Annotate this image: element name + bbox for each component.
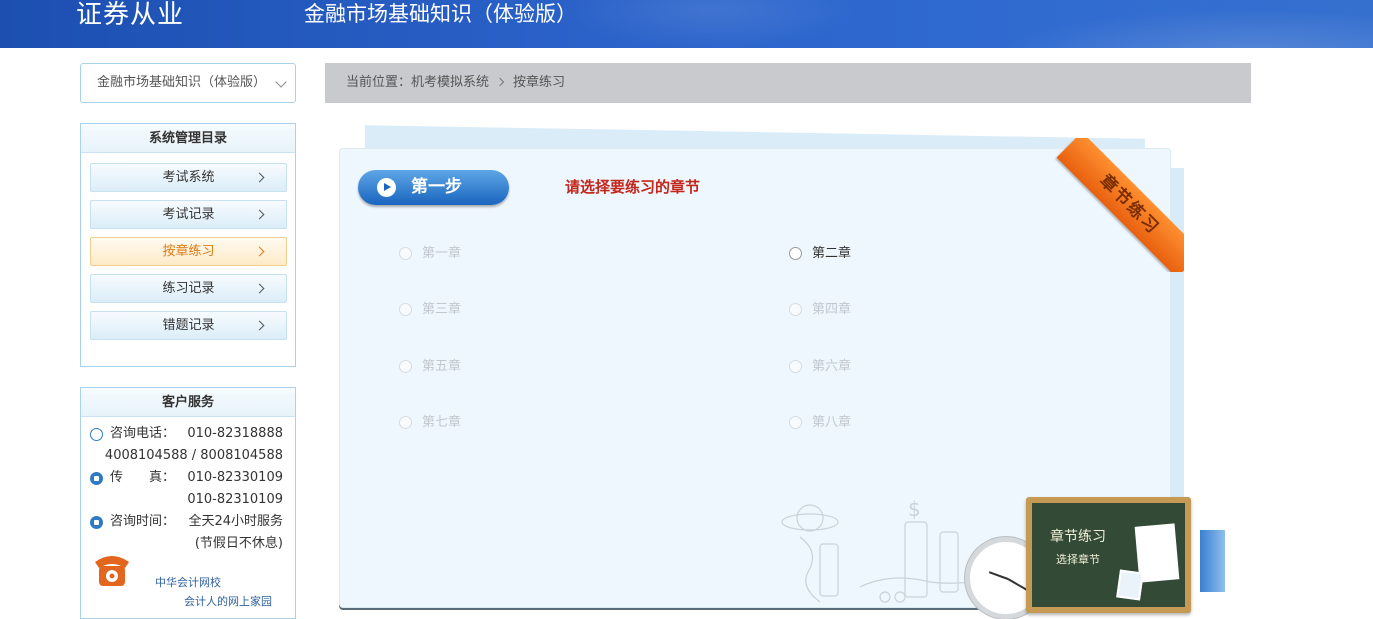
radio-button[interactable] xyxy=(789,247,802,260)
hours-value-1: 全天24小时服务 xyxy=(188,511,283,533)
chapter-label: 第一章 xyxy=(422,244,461,264)
phone-label: 咨询电话： xyxy=(110,423,175,445)
hours-value-2: (节假日不休息) xyxy=(195,533,283,555)
phone-number-1: 010-82318888 xyxy=(187,423,283,445)
chapter-label: 第五章 xyxy=(422,357,461,377)
system-menu-panel: 系统管理目录 考试系统 考试记录 按章练习 练习记录 错题记录 xyxy=(80,123,296,367)
course-select[interactable]: 金融市场基础知识（体验版） xyxy=(80,63,296,103)
chapter-label: 第二章 xyxy=(812,244,851,264)
ribbon-band: 章节练习 xyxy=(1057,138,1184,272)
system-menu: 考试系统 考试记录 按章练习 练习记录 错题记录 xyxy=(81,153,295,340)
header-glow xyxy=(560,0,860,48)
telephone-icon xyxy=(91,548,133,590)
chapter-practice-ribbon: 章节练习 xyxy=(1050,138,1184,272)
customer-service-body: 咨询电话： 010-82318888 4008104588 / 80081045… xyxy=(81,417,295,555)
chalkboard-title: 章节练习 xyxy=(1050,526,1106,546)
radio-button[interactable] xyxy=(399,360,412,373)
course-select-value: 金融市场基础知识（体验版） xyxy=(97,64,267,102)
menu-item-label: 错题记录 xyxy=(162,318,214,333)
breadcrumb-item-current: 按章练习 xyxy=(513,75,565,90)
radio-button[interactable] xyxy=(399,303,412,316)
radio-button[interactable] xyxy=(789,303,802,316)
radio-button[interactable] xyxy=(789,360,802,373)
chapter-label: 第六章 xyxy=(812,357,851,377)
chevron-down-icon xyxy=(275,76,286,87)
phone-icon xyxy=(90,428,103,441)
brand-slogan: 会计人的网上家园 xyxy=(184,593,272,609)
chevron-right-icon xyxy=(255,321,265,331)
radio-button[interactable] xyxy=(399,247,412,260)
fax-number-1: 010-82330109 xyxy=(187,467,283,489)
chevron-right-icon xyxy=(255,210,265,220)
menu-item-exam-system[interactable]: 考试系统 xyxy=(90,163,287,192)
page-title: 金融市场基础知识（体验版） xyxy=(304,0,577,30)
top-header: 证券从业 金融市场基础知识（体验版） xyxy=(0,0,1373,48)
hours-label: 咨询时间： xyxy=(110,511,175,533)
chalkboard-surface: 章节练习 选择章节 xyxy=(1032,503,1185,607)
clock-hand xyxy=(989,571,1008,580)
breadcrumb-prefix: 当前位置： xyxy=(346,75,411,90)
menu-item-label: 考试记录 xyxy=(162,207,214,222)
menu-item-label: 考试系统 xyxy=(162,170,214,185)
ribbon-label: 章节练习 xyxy=(1057,138,1184,272)
photo-icon xyxy=(1116,569,1144,600)
chevron-right-icon xyxy=(255,284,265,294)
play-icon xyxy=(377,178,396,197)
step-one-label: 第一步 xyxy=(411,170,462,205)
svg-text:$: $ xyxy=(908,497,921,521)
chalkboard: 章节练习 选择章节 xyxy=(1026,497,1191,613)
breadcrumb: 当前位置：机考模拟系统 按章练习 xyxy=(325,63,1251,103)
chevron-right-icon xyxy=(496,78,504,86)
fax-icon xyxy=(90,472,103,485)
menu-item-chapter-practice[interactable]: 按章练习 xyxy=(90,237,287,266)
chapter-label: 第八章 xyxy=(812,413,851,433)
customer-service-title: 客户服务 xyxy=(81,388,295,417)
menu-item-practice-records[interactable]: 练习记录 xyxy=(90,274,287,303)
site-logo[interactable]: 证券从业 xyxy=(76,0,184,34)
chalkboard-subtitle: 选择章节 xyxy=(1056,551,1100,567)
system-menu-title: 系统管理目录 xyxy=(81,124,295,153)
radio-button[interactable] xyxy=(789,416,802,429)
menu-item-label: 按章练习 xyxy=(162,244,214,259)
chapter-instruction: 请选择要练习的章节 xyxy=(565,176,700,197)
header-decoration xyxy=(953,0,1373,48)
brand-name: 中华会计网校 xyxy=(155,574,221,590)
menu-item-label: 练习记录 xyxy=(162,281,214,296)
breadcrumb-item-system[interactable]: 机考模拟系统 xyxy=(411,75,489,90)
radio-button[interactable] xyxy=(399,416,412,429)
chevron-right-icon xyxy=(255,173,265,183)
menu-item-wrong-answers[interactable]: 错题记录 xyxy=(90,311,287,340)
step-one-button[interactable]: 第一步 xyxy=(358,170,509,205)
phone-number-2: 4008104588 / 8008104588 xyxy=(105,445,283,467)
chapter-label: 第七章 xyxy=(422,413,461,433)
chapter-label: 第四章 xyxy=(812,300,851,320)
building-icon xyxy=(1200,530,1225,592)
service-hours-icon xyxy=(90,516,103,529)
chapter-label: 第三章 xyxy=(422,300,461,320)
menu-item-exam-records[interactable]: 考试记录 xyxy=(90,200,287,229)
chevron-right-icon xyxy=(255,247,265,257)
customer-service-panel: 客户服务 咨询电话： 010-82318888 4008104588 / 800… xyxy=(80,387,296,619)
fax-number-2: 010-82310109 xyxy=(187,489,283,511)
fax-label: 传 真： xyxy=(110,467,175,489)
